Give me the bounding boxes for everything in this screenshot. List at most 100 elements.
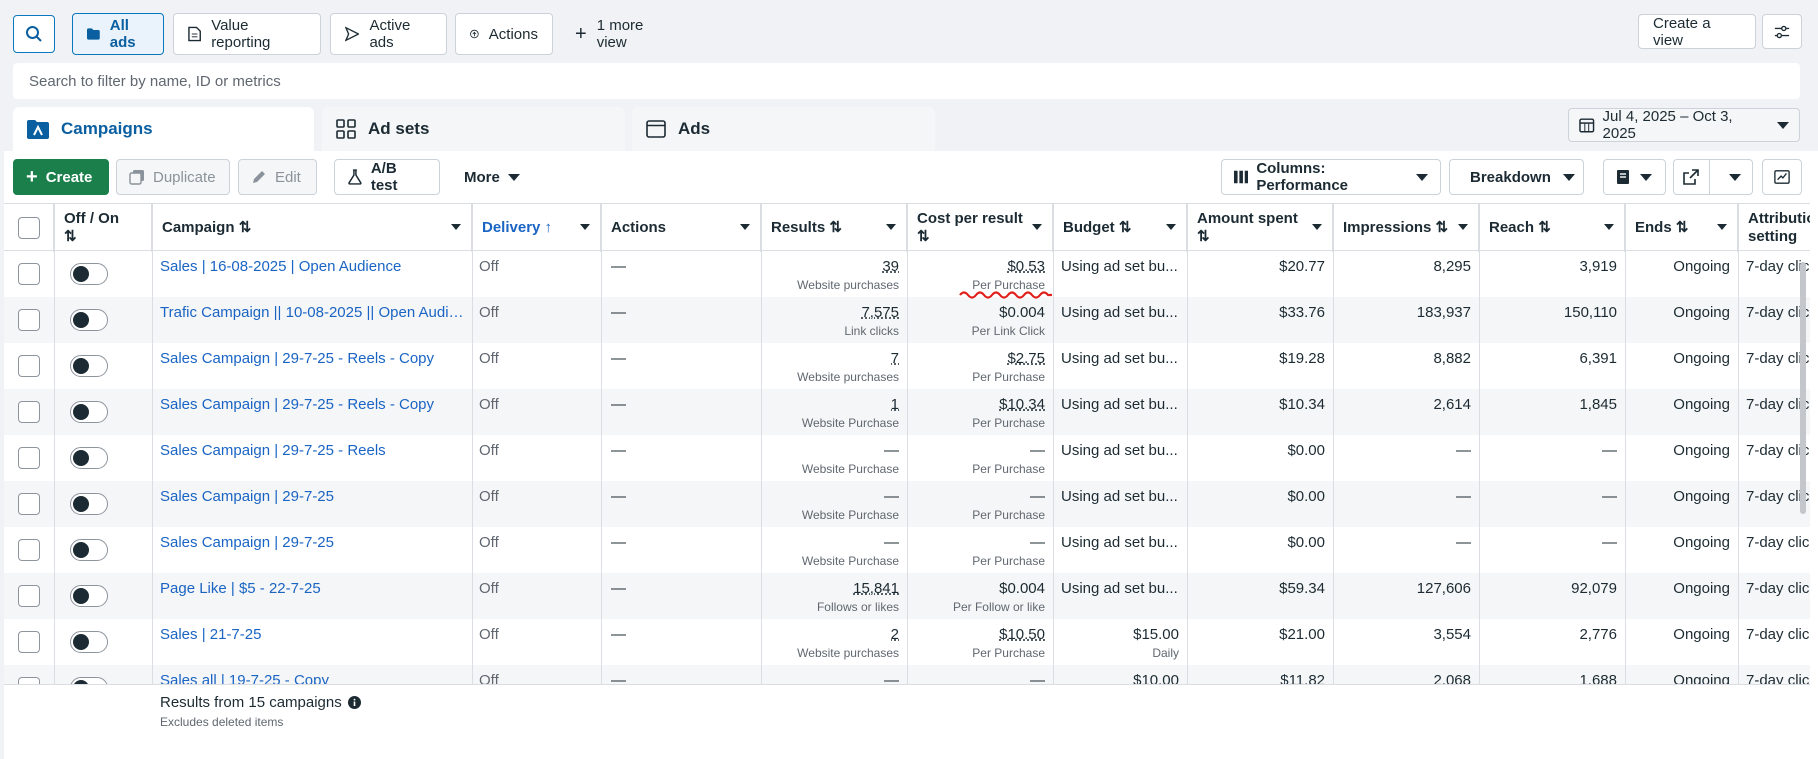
view-actions[interactable]: Actions — [455, 13, 553, 55]
more-button[interactable]: More — [451, 159, 531, 195]
column-menu-icon[interactable] — [886, 224, 896, 230]
column-menu-icon[interactable] — [1166, 224, 1176, 230]
actions-value: — — [611, 258, 626, 275]
column-menu-icon[interactable] — [740, 224, 750, 230]
campaign-toggle[interactable] — [70, 355, 108, 377]
budget-type: Daily — [1152, 646, 1179, 660]
view-settings-button[interactable] — [1762, 14, 1802, 49]
row-checkbox[interactable] — [18, 447, 40, 469]
column-menu-icon[interactable] — [580, 224, 590, 230]
date-range-label: Jul 4, 2025 – Oct 3, 2025 — [1602, 108, 1733, 142]
column-divider — [1738, 203, 1739, 759]
column-menu-icon[interactable] — [1604, 224, 1614, 230]
duplicate-button[interactable]: Duplicate — [116, 159, 230, 195]
campaign-name-link[interactable]: Sales Campaign | 29-7-25 — [160, 488, 334, 505]
campaign-toggle[interactable] — [70, 401, 108, 423]
campaign-toggle[interactable] — [70, 309, 108, 331]
row-checkbox[interactable] — [18, 585, 40, 607]
campaign-toggle[interactable] — [70, 493, 108, 515]
column-attribution[interactable]: Attributio setting — [1738, 204, 1810, 252]
view-active-ads[interactable]: Active ads — [330, 13, 447, 55]
export-button[interactable] — [1674, 160, 1710, 194]
column-budget[interactable]: Budget ⇅ — [1053, 204, 1187, 252]
column-amount-spent[interactable]: Amount spent ⇅ — [1187, 204, 1333, 252]
campaign-name-link[interactable]: Sales Campaign | 29-7-25 - Reels - Copy — [160, 350, 434, 367]
impressions-value: — — [1456, 442, 1471, 459]
row-toggle-cell — [54, 573, 152, 619]
select-all-checkbox[interactable] — [17, 217, 40, 239]
tab-campaigns[interactable]: Campaigns — [13, 107, 314, 151]
campaign-name-link[interactable]: Sales | 21-7-25 — [160, 626, 261, 643]
info-icon[interactable] — [347, 696, 361, 709]
ad-window-icon — [646, 120, 666, 138]
breakdown-button[interactable]: Breakdown — [1449, 159, 1584, 195]
more-views-button[interactable]: + 1 more view — [560, 13, 680, 55]
chevron-down-icon — [507, 173, 520, 181]
campaign-name-link[interactable]: Sales | 16-08-2025 | Open Audience — [160, 258, 401, 275]
column-results[interactable]: Results ⇅ — [761, 204, 907, 252]
amount-spent-value: $20.77 — [1279, 258, 1325, 275]
row-checkbox[interactable] — [18, 539, 40, 561]
view-value-reporting[interactable]: Value reporting — [173, 13, 321, 55]
column-ends[interactable]: Ends ⇅ — [1625, 204, 1738, 252]
row-checkbox[interactable] — [18, 263, 40, 285]
column-delivery[interactable]: Delivery ↑ — [472, 204, 601, 252]
campaign-name-link[interactable]: Sales Campaign | 29-7-25 - Reels - Copy — [160, 396, 434, 413]
results-summary: Results from 15 campaigns — [160, 694, 361, 711]
edit-button[interactable]: Edit — [238, 159, 317, 195]
columns-label: Columns: Performance — [1256, 160, 1349, 194]
view-all-ads[interactable]: All ads — [72, 13, 164, 55]
column-cost-per-result[interactable]: Cost per result ⇅ — [907, 204, 1053, 252]
campaign-toggle[interactable] — [70, 539, 108, 561]
columns-button[interactable]: Columns: Performance — [1221, 159, 1441, 195]
row-toggle-cell — [54, 389, 152, 435]
column-menu-icon[interactable] — [1717, 224, 1727, 230]
vertical-scrollbar[interactable] — [1800, 262, 1806, 514]
column-actions[interactable]: Actions — [601, 204, 761, 252]
search-button[interactable] — [13, 15, 55, 53]
column-menu-icon[interactable] — [451, 224, 461, 230]
charts-button[interactable] — [1762, 159, 1802, 195]
tab-ads[interactable]: Ads — [632, 107, 935, 151]
campaign-toggle[interactable] — [70, 585, 108, 607]
row-toggle-cell — [54, 481, 152, 527]
column-menu-icon[interactable] — [1312, 224, 1322, 230]
row-checkbox[interactable] — [18, 631, 40, 653]
actions-value: — — [611, 350, 626, 367]
actions-cell: — — [601, 343, 761, 389]
export-menu-button[interactable] — [1718, 160, 1752, 194]
row-checkbox[interactable] — [18, 401, 40, 423]
campaign-toggle[interactable] — [70, 263, 108, 285]
column-campaign[interactable]: Campaign ⇅ — [152, 204, 472, 252]
column-impressions[interactable]: Impressions ⇅ — [1333, 204, 1479, 252]
ab-test-button[interactable]: A/B test — [334, 159, 440, 195]
row-checkbox[interactable] — [18, 493, 40, 515]
budget-cell: Using ad set bu... — [1053, 435, 1187, 481]
column-menu-icon[interactable] — [1032, 224, 1042, 230]
campaign-name-link[interactable]: Page Like | $5 - 22-7-25 — [160, 580, 321, 597]
campaign-name-link[interactable]: Sales Campaign | 29-7-25 — [160, 534, 334, 551]
search-filter-input[interactable]: Search to filter by name, ID or metrics — [13, 63, 1800, 99]
column-off-on[interactable]: Off / On ⇅ — [54, 204, 152, 252]
column-off-on-label: Off / On ⇅ — [64, 210, 119, 246]
cost-per-result-cell: — Per Purchase — [907, 435, 1053, 481]
campaign-toggle[interactable] — [70, 631, 108, 653]
reports-button[interactable] — [1603, 159, 1666, 195]
date-range-picker[interactable]: Jul 4, 2025 – Oct 3, 2025 — [1568, 108, 1800, 142]
row-checkbox[interactable] — [18, 355, 40, 377]
column-menu-icon[interactable] — [1458, 224, 1468, 230]
campaign-name-link[interactable]: Trafic Campaign || 10-08-2025 || Open Au… — [160, 304, 466, 321]
campaign-name-link[interactable]: Sales Campaign | 29-7-25 - Reels — [160, 442, 386, 459]
row-checkbox[interactable] — [18, 309, 40, 331]
create-button[interactable]: + Create — [13, 159, 109, 195]
tab-ad-sets[interactable]: Ad sets — [322, 107, 625, 151]
reach-value: 1,845 — [1579, 396, 1617, 413]
attribution-text-2: setting — [1748, 228, 1798, 245]
column-reach[interactable]: Reach ⇅ — [1479, 204, 1625, 252]
sort-icon: ⇅ — [829, 219, 842, 236]
campaign-toggle[interactable] — [70, 447, 108, 469]
actions-value: — — [611, 580, 626, 597]
create-view-button[interactable]: Create a view — [1638, 14, 1756, 49]
impressions-cell: 2,614 — [1333, 389, 1479, 435]
row-select-cell — [4, 481, 54, 527]
